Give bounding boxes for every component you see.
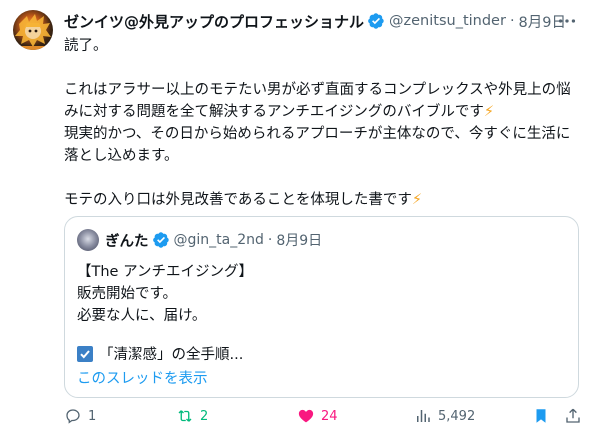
quote-line-2: 販売開始です。 (77, 286, 178, 302)
quote-text: 【The アンチエイジング】 販売開始です。 必要な人に、届け。 (77, 261, 253, 327)
quoted-post[interactable]: ぎんた @gin_ta_2nd · 8月9日 【The アンチエイジング】 販売… (64, 216, 579, 398)
reply-button[interactable]: 1 (64, 407, 96, 425)
author-handle[interactable]: @zenitsu_tinder (389, 13, 506, 29)
quote-date: 8月9日 (276, 233, 323, 249)
bookmark-icon (536, 409, 546, 423)
quote-line-1: 【The アンチエイジング】 (77, 264, 253, 280)
post-line-1: 読了。 (64, 38, 108, 54)
views-icon (417, 410, 430, 422)
quote-checklist: 「清潔感」の全手順... (77, 343, 243, 364)
lightning-icon: ⚡ (483, 104, 495, 120)
show-thread-link[interactable]: このスレッドを表示 (77, 367, 208, 388)
post-paragraph-1: これはアラサー以上のモテたい男が必ず直面するコンプレックスや外見上の悩みに対する… (64, 82, 571, 120)
views-count: 5,492 (438, 408, 476, 424)
repost-button[interactable]: 2 (176, 407, 208, 425)
post-header: ゼンイツ@外見アップのプロフェッショナル @zenitsu_tinder · 8… (64, 10, 582, 32)
heart-icon (298, 409, 314, 423)
lightning-icon: ⚡ (411, 192, 423, 208)
post-paragraph-2: 現実的かつ、その日から始められるアプローチが主体なので、今すぐに生活に落とし込め… (64, 126, 571, 164)
separator-dot: · (509, 13, 515, 29)
share-icon (566, 408, 580, 423)
post-paragraph-3: モテの入り口は外見改善であることを体現した書です⚡ (64, 192, 423, 208)
quote-author-handle: @gin_ta_2nd (173, 232, 264, 248)
like-button[interactable]: 24 (297, 407, 338, 425)
verified-badge-icon (152, 232, 169, 248)
author-name[interactable]: ゼンイツ@外見アップのプロフェッショナル (64, 11, 364, 32)
reply-icon (66, 409, 80, 424)
bookmark-button[interactable] (532, 407, 550, 425)
views-button[interactable]: 5,492 (414, 407, 475, 425)
verified-badge-icon (368, 13, 384, 29)
action-bar: 1 2 24 5,492 (64, 407, 584, 431)
repost-icon (178, 410, 192, 422)
post-text: 読了。 これはアラサー以上のモテたい男が必ず直面するコンプレックスや外見上の悩み… (64, 35, 584, 211)
share-button[interactable] (564, 407, 582, 425)
reply-count: 1 (88, 408, 97, 424)
quote-author-name: ぎんた (105, 233, 149, 250)
quote-line-3: 必要な人に、届け。 (77, 308, 207, 324)
like-count: 24 (321, 408, 338, 424)
repost-count: 2 (200, 408, 209, 424)
quote-author-avatar (77, 229, 99, 251)
checkmark-icon (77, 345, 93, 362)
separator-dot: · (267, 232, 273, 248)
checklist-text: 「清潔感」の全手順... (99, 347, 244, 363)
author-avatar[interactable] (13, 10, 53, 50)
quote-header: ぎんた @gin_ta_2nd · 8月9日 (105, 229, 322, 251)
more-icon[interactable] (556, 10, 578, 32)
